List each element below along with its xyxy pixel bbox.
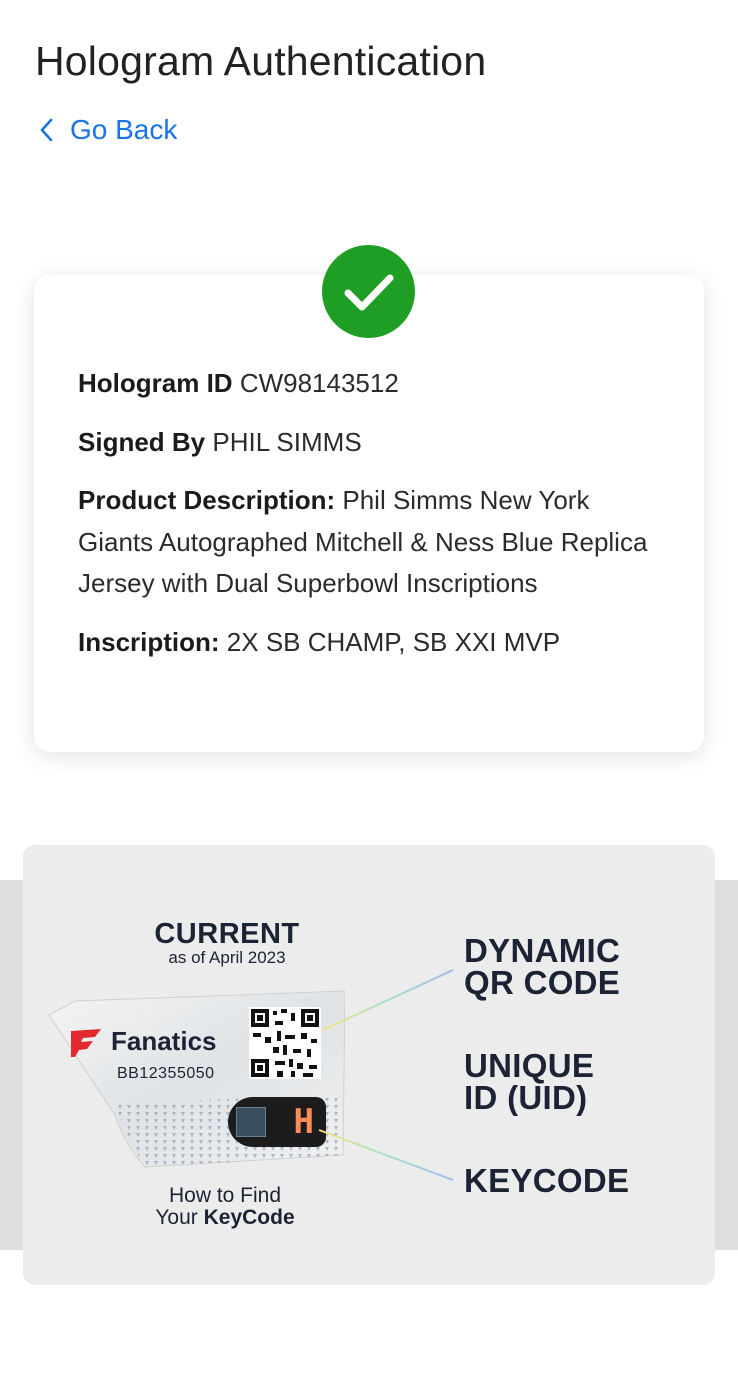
hologram-id-label: Hologram ID — [78, 368, 233, 398]
keycode-chip-icon — [236, 1107, 266, 1137]
go-back-link[interactable]: Go Back — [38, 113, 177, 147]
inscription-value: 2X SB CHAMP, SB XXI MVP — [226, 626, 561, 657]
how-to-keycode-bold: KeyCode — [203, 1206, 295, 1229]
page-title: Hologram Authentication — [35, 38, 487, 84]
signed-by-label: Signed By — [78, 426, 206, 457]
signed-by-row: Signed By PHIL SIMMS — [78, 422, 658, 464]
verified-check-icon — [322, 245, 415, 338]
fanatics-f-icon — [71, 1028, 101, 1057]
inscription-label: Inscription: — [78, 626, 220, 657]
hologram-infographic: CURRENT as of April 2023 Fanatics BB1235… — [23, 845, 715, 1285]
hologram-id-value: CW98143512 — [239, 368, 399, 398]
how-to-line2: Your KeyCode — [130, 1207, 320, 1229]
current-subtitle: as of April 2023 — [168, 948, 286, 967]
sample-uid: BB12355050 — [117, 1065, 215, 1082]
inscription-row: Inscription: 2X SB CHAMP, SB XXI MVP — [78, 622, 658, 664]
hologram-id-row: Hologram ID CW98143512 — [78, 363, 658, 405]
go-back-label: Go Back — [70, 114, 178, 145]
authentication-card: Hologram ID CW98143512 Signed By PHIL SI… — [34, 275, 704, 752]
label-uid-line1: UNIQUE — [464, 1047, 595, 1084]
how-to-line1: How to Find — [168, 1184, 282, 1207]
keycode-character: H — [293, 1102, 314, 1142]
keycode-label: KEYCODE — [464, 1162, 630, 1199]
keycode-window: H — [228, 1097, 326, 1147]
signed-by-value: PHIL SIMMS — [212, 426, 362, 457]
qr-code-icon — [249, 1007, 321, 1079]
label-qr-line1: DYNAMIC — [464, 932, 621, 969]
dynamic-qr-code-label: DYNAMIC QR CODE — [464, 932, 621, 1001]
current-title: CURRENT — [154, 918, 300, 950]
how-to-prefix: Your — [155, 1206, 204, 1229]
label-uid-line2: ID (UID) — [464, 1079, 588, 1116]
label-qr-line2: QR CODE — [464, 964, 621, 1001]
chevron-left-icon — [38, 113, 60, 147]
fanatics-logo: Fanatics — [69, 1026, 217, 1057]
how-to-find-keycode: How to Find Your KeyCode — [130, 1185, 320, 1229]
product-description-label: Product Description: — [78, 485, 336, 515]
product-description-row: Product Description: Phil Simms New York… — [78, 480, 658, 605]
unique-id-label: UNIQUE ID (UID) — [464, 1047, 595, 1116]
brand-name: Fanatics — [111, 1026, 217, 1056]
current-version-heading: CURRENT as of April 2023 — [150, 919, 304, 967]
